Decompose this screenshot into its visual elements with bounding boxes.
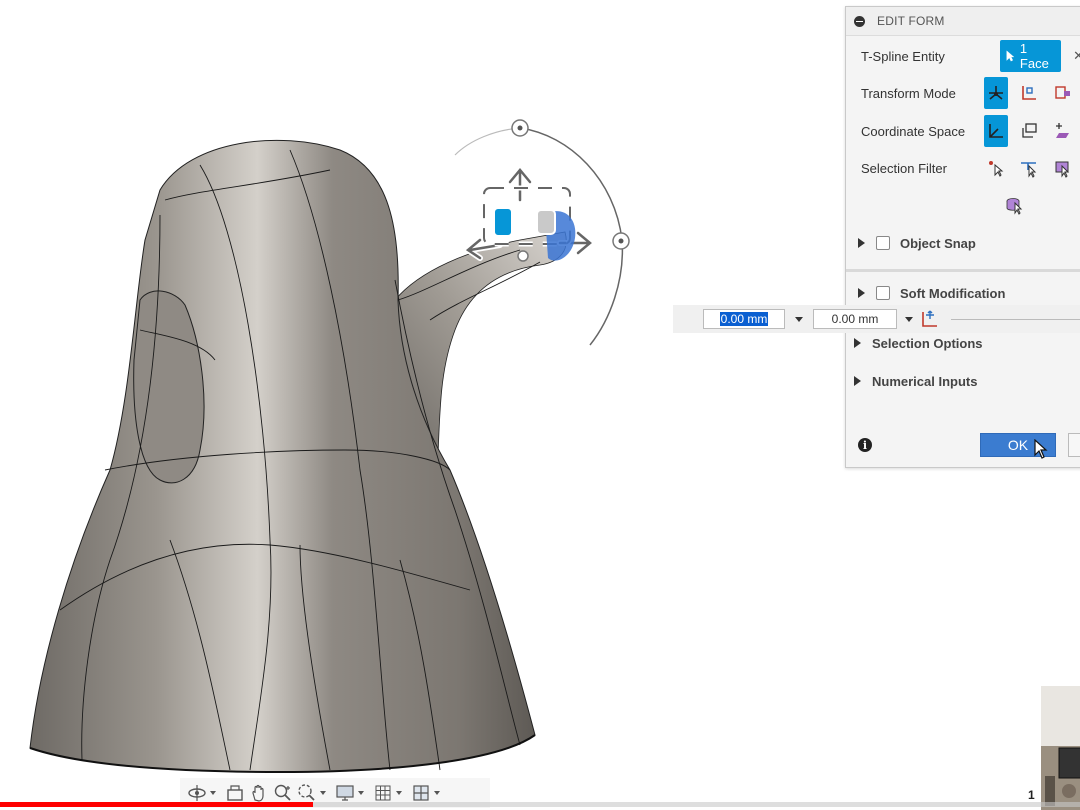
distance-dropdown-2[interactable]: [905, 316, 913, 322]
axis-move-icon[interactable]: [919, 308, 941, 330]
orbit-icon[interactable]: [186, 782, 208, 804]
soft-modification-label: Soft Modification: [900, 285, 1006, 301]
grid-snap-icon[interactable]: [372, 782, 394, 804]
collapse-icon[interactable]: [854, 15, 865, 27]
tspline-entity-row: T-Spline Entity 1 Face ✕: [846, 38, 1080, 74]
expand-triangle-icon: [854, 376, 861, 386]
world-space-icon[interactable]: [983, 115, 1008, 147]
vertex-filter-icon[interactable]: [984, 152, 1009, 184]
selection-filter-label: Selection Filter: [861, 160, 947, 176]
view-space-icon[interactable]: [1017, 115, 1042, 147]
video-progress-fill: [0, 802, 314, 807]
selection-filter-row: Selection Filter: [846, 150, 1080, 186]
soft-modification-checkbox[interactable]: [876, 286, 890, 300]
webcam-thumbnail: [1041, 686, 1080, 810]
distance-value-1: 0.00 mm: [719, 312, 769, 326]
panel-title: EDIT FORM: [877, 14, 945, 28]
face-filter-icon[interactable]: [1051, 152, 1076, 184]
body-filter-icon[interactable]: [1001, 189, 1029, 221]
coordinate-space-label: Coordinate Space: [861, 123, 966, 139]
coordinate-space-row: Coordinate Space: [846, 113, 1080, 149]
zoom-dropdown[interactable]: [320, 791, 326, 795]
viewports-icon[interactable]: [410, 782, 432, 804]
soft-modification-section[interactable]: Soft Modification: [846, 279, 1080, 307]
plane-handle-gray[interactable]: [536, 209, 556, 235]
orbit-dropdown[interactable]: [210, 791, 216, 795]
numeric-input-strip: 0.00 mm 0.00 mm: [673, 305, 1080, 333]
rotate-mode-icon[interactable]: [1051, 77, 1076, 109]
video-counter: 1: [1028, 788, 1035, 802]
distance-value-2: 0.00 mm: [831, 312, 879, 326]
edge-filter-icon[interactable]: [1017, 152, 1042, 184]
numerical-inputs-section[interactable]: Numerical Inputs: [842, 367, 1080, 395]
zoom-icon[interactable]: [272, 782, 294, 804]
display-settings-icon[interactable]: [334, 782, 356, 804]
distance-input-1[interactable]: 0.00 mm: [703, 309, 785, 329]
divider: [846, 269, 1080, 272]
object-snap-checkbox[interactable]: [876, 236, 890, 250]
mouse-cursor-icon: [1034, 439, 1048, 459]
selection-filter-row-2: [846, 187, 1080, 223]
zoom-window-icon[interactable]: [296, 782, 318, 804]
translate-mode-icon[interactable]: [1017, 77, 1042, 109]
plane-handle-blue[interactable]: [493, 207, 513, 237]
pan-hand-icon[interactable]: [248, 782, 270, 804]
expand-triangle-icon: [858, 288, 865, 298]
slider-track[interactable]: [951, 318, 1080, 320]
multi-transform-icon[interactable]: [983, 77, 1008, 109]
selection-options-label: Selection Options: [872, 335, 983, 351]
panel-header: EDIT FORM: [846, 7, 1080, 36]
numerical-inputs-label: Numerical Inputs: [872, 373, 978, 389]
viewports-dropdown[interactable]: [434, 791, 440, 795]
selection-options-section[interactable]: Selection Options: [842, 329, 1080, 357]
look-at-icon[interactable]: [224, 782, 246, 804]
distance-dropdown-1[interactable]: [795, 316, 803, 322]
video-progress-bar[interactable]: [0, 802, 1080, 807]
grid-snap-dropdown[interactable]: [396, 791, 402, 795]
object-snap-section[interactable]: Object Snap: [846, 229, 1080, 257]
info-icon[interactable]: i: [858, 438, 872, 452]
display-settings-dropdown[interactable]: [358, 791, 364, 795]
expand-triangle-icon: [858, 238, 865, 248]
clear-selection-icon[interactable]: ✕: [1073, 48, 1080, 64]
transform-mode-label: Transform Mode: [861, 85, 956, 101]
cursor-arrow-icon: [1006, 50, 1014, 62]
edit-form-panel: EDIT FORM T-Spline Entity 1 Face ✕ Trans…: [845, 6, 1080, 468]
transform-mode-row: Transform Mode: [846, 75, 1080, 111]
distance-input-2[interactable]: 0.00 mm: [813, 309, 897, 329]
local-space-icon[interactable]: [1051, 115, 1076, 147]
object-snap-label: Object Snap: [900, 235, 976, 251]
selection-count: 1 Face: [1019, 41, 1049, 71]
panel-footer: i OK: [846, 423, 1080, 467]
tspline-entity-label: T-Spline Entity: [861, 48, 945, 64]
expand-triangle-icon: [854, 338, 861, 348]
cancel-button[interactable]: [1068, 433, 1080, 457]
tspline-entity-selection[interactable]: 1 Face: [999, 40, 1062, 72]
